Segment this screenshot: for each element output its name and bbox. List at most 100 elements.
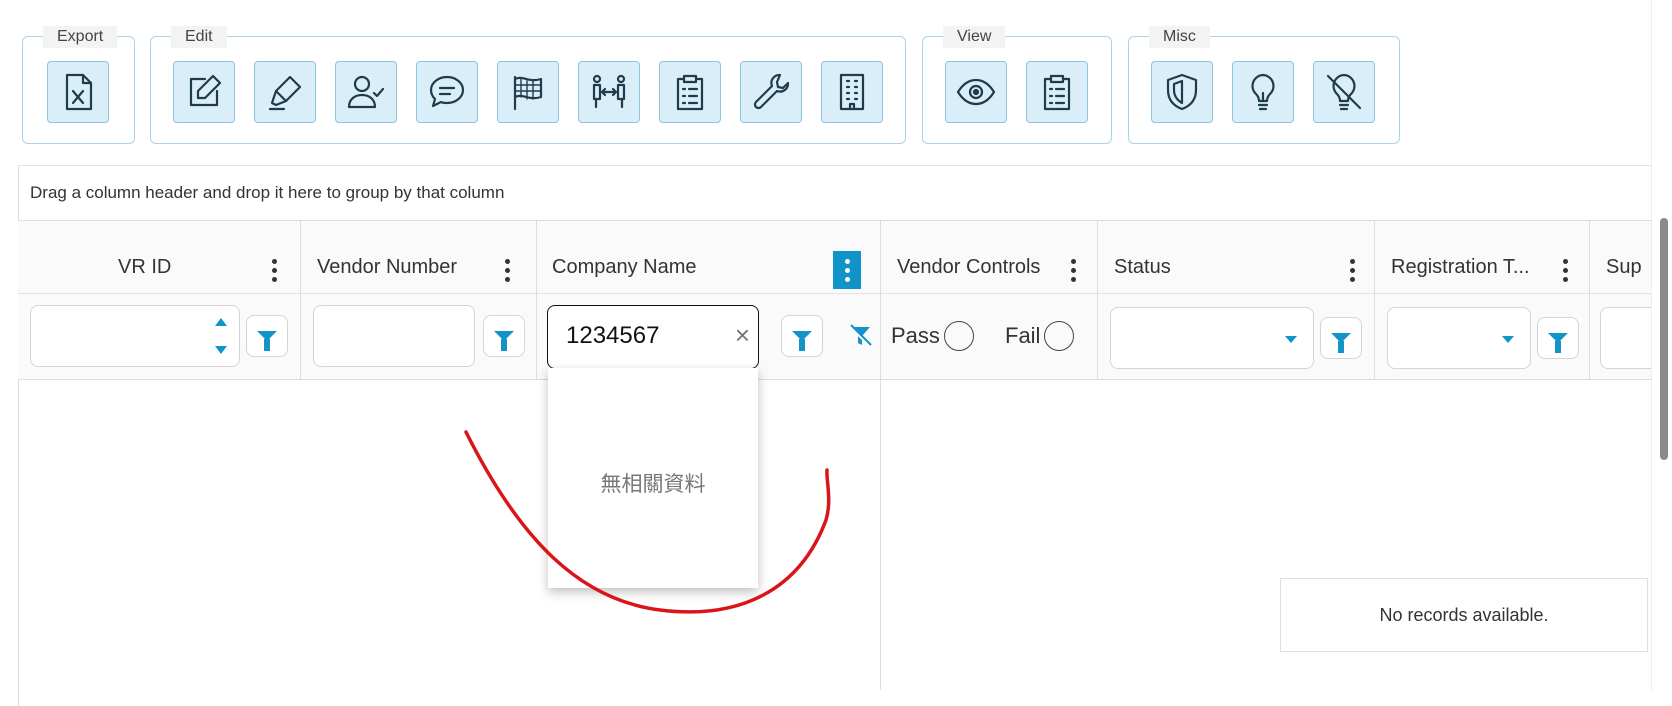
filter-icon (792, 331, 812, 351)
grid-header: VR ID Vendor Number Company Name 1234567… (18, 220, 1652, 380)
pass-radio-option[interactable]: Pass (891, 321, 974, 351)
building-icon (839, 73, 865, 111)
filter-row-divider (1590, 293, 1652, 294)
pass-label: Pass (891, 323, 940, 348)
fail-radio-option[interactable]: Fail (1005, 321, 1075, 351)
spin-down-icon[interactable] (215, 346, 227, 354)
transfer-icon (592, 74, 626, 109)
excel-file-icon (65, 73, 93, 111)
column-vendor-controls: Vendor Controls Pass Fail (881, 221, 1098, 379)
no-records-message: No records available. (1280, 578, 1648, 652)
vendor-number-filter-input[interactable] (313, 305, 475, 367)
view-list-button[interactable] (1026, 61, 1088, 123)
column-menu-button-active[interactable] (833, 251, 861, 289)
edit-icon (189, 74, 222, 107)
milestone-button[interactable] (497, 61, 559, 123)
export-group-label: Export (43, 26, 118, 48)
group-by-panel: Drag a column header and drop it here to… (30, 183, 505, 202)
vr-id-filter-button[interactable] (246, 315, 288, 357)
eye-icon (956, 78, 996, 106)
view-group: View (922, 26, 1112, 144)
sup-filter-input[interactable] (1600, 307, 1652, 369)
column-menu-button[interactable] (1551, 251, 1579, 289)
comment-icon (429, 75, 465, 108)
filter-icon (494, 331, 514, 351)
column-company-name: Company Name 1234567 × (537, 221, 881, 379)
vr-id-filter-input[interactable] (30, 305, 240, 367)
clear-filter-button[interactable] (845, 321, 875, 351)
export-excel-button[interactable] (47, 61, 109, 123)
filter-row-divider (537, 293, 880, 294)
transfer-button[interactable] (578, 61, 640, 123)
tasklist-button[interactable] (659, 61, 721, 123)
filter-row-divider (1375, 293, 1589, 294)
hide-ideas-button[interactable] (1313, 61, 1375, 123)
clipboard-list-icon (1043, 74, 1071, 111)
column-title-vr-id[interactable]: VR ID (118, 256, 171, 279)
filter-row-divider (1098, 293, 1374, 294)
company-name-filter-button[interactable] (781, 315, 823, 357)
frozen-column-divider (880, 378, 881, 690)
column-title-sup[interactable]: Sup (1606, 256, 1642, 279)
fail-label: Fail (1005, 323, 1041, 348)
chevron-down-icon (1502, 336, 1514, 343)
fail-radio[interactable] (1044, 321, 1075, 351)
edit-group: Edit (150, 26, 906, 144)
assign-user-button[interactable] (335, 61, 397, 123)
clear-icon[interactable]: × (735, 320, 750, 351)
filter-icon (1331, 333, 1351, 353)
highlighter-icon (268, 75, 302, 111)
registration-type-filter-button[interactable] (1537, 317, 1579, 359)
column-menu-button[interactable] (1059, 251, 1087, 289)
filter-clear-icon (847, 323, 873, 349)
column-title-registration-type[interactable]: Registration T... (1391, 256, 1530, 279)
filter-icon (257, 331, 277, 351)
no-data-message: 無相關資料 (600, 472, 706, 496)
column-registration-type: Registration T... (1375, 221, 1590, 379)
column-title-vendor-number[interactable]: Vendor Number (317, 256, 457, 279)
column-sup: Sup (1590, 221, 1652, 379)
vertical-scrollbar-thumb[interactable] (1660, 218, 1668, 460)
export-group: Export (22, 26, 135, 144)
misc-group: Misc (1128, 26, 1400, 144)
user-check-icon (347, 75, 385, 109)
vendor-number-filter-button[interactable] (483, 315, 525, 357)
lightbulb-icon (1251, 73, 1275, 111)
company-button[interactable] (821, 61, 883, 123)
highlight-button[interactable] (254, 61, 316, 123)
registration-type-filter-dropdown[interactable] (1387, 307, 1531, 369)
checkered-flag-icon (513, 75, 543, 111)
column-menu-button[interactable] (493, 251, 521, 289)
settings-button[interactable] (740, 61, 802, 123)
column-title-status[interactable]: Status (1114, 256, 1171, 279)
chevron-down-icon (1285, 336, 1297, 343)
spin-up-icon[interactable] (215, 318, 227, 326)
filter-row-divider (18, 293, 300, 294)
status-filter-button[interactable] (1320, 317, 1362, 359)
pass-radio[interactable] (943, 321, 974, 351)
column-title-company-name[interactable]: Company Name (552, 256, 697, 279)
edit-button[interactable] (173, 61, 235, 123)
edit-group-label: Edit (171, 26, 227, 48)
filter-row-divider (301, 293, 536, 294)
column-title-vendor-controls[interactable]: Vendor Controls (897, 256, 1040, 279)
view-button[interactable] (945, 61, 1007, 123)
filter-row-divider (881, 293, 1097, 294)
security-button[interactable] (1151, 61, 1213, 123)
column-menu-button[interactable] (1338, 251, 1366, 289)
wrench-icon (753, 73, 790, 110)
lightbulb-off-icon (1326, 73, 1362, 111)
comment-button[interactable] (416, 61, 478, 123)
misc-group-label: Misc (1149, 26, 1210, 48)
idea-button[interactable] (1232, 61, 1294, 123)
shield-icon (1166, 73, 1198, 111)
column-vr-id: VR ID (18, 221, 301, 379)
view-group-label: View (943, 26, 1006, 48)
status-filter-dropdown[interactable] (1110, 307, 1314, 369)
company-name-filter-input[interactable]: 1234567 × (547, 305, 759, 369)
clipboard-list-icon (676, 74, 704, 111)
company-name-filter-value: 1234567 (566, 322, 660, 349)
filter-icon (1548, 333, 1568, 353)
column-menu-button[interactable] (260, 251, 288, 289)
autocomplete-popup: 無相關資料 (548, 368, 758, 588)
